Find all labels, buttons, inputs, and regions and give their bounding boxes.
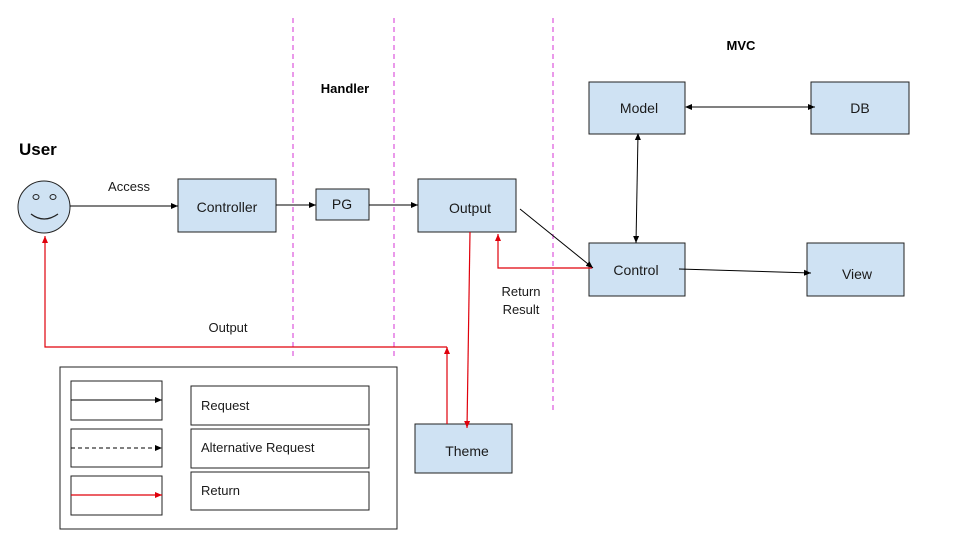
node-model[interactable]: Model [588,81,686,135]
svg-text:Model: Model [620,100,658,116]
node-output[interactable]: Output [417,178,517,233]
node-view[interactable]: View [806,242,905,297]
legend: Request Alternative Request Return [59,366,398,530]
edge-output-to-control [519,208,594,269]
svg-text:Control: Control [613,262,658,278]
edge-label-return-result-2: Result [503,302,540,317]
node-control[interactable]: Control [588,242,686,297]
legend-item-request: Request [70,380,370,426]
section-title-user: User [19,140,57,159]
svg-text:View: View [842,266,873,282]
svg-text:PG: PG [332,196,352,212]
node-db[interactable]: DB [810,81,910,135]
edge-label-output: Output [208,320,247,335]
edge-label-return-result-1: Return [501,284,540,299]
edge-label-access: Access [108,179,150,194]
svg-text:Request: Request [201,398,250,413]
node-pg[interactable]: PG [315,188,370,221]
user-smiley-icon[interactable] [17,180,71,234]
node-theme[interactable]: Theme [414,423,513,474]
architecture-diagram: User Handler MVC Controller PG Output Th… [17,18,910,530]
legend-item-return: Return [70,471,370,516]
edge-control-to-view [678,268,812,276]
edge-output-to-theme [464,231,471,429]
svg-text:Theme: Theme [445,443,489,459]
edge-model-control [633,133,641,244]
node-controller[interactable]: Controller [177,178,277,233]
section-title-handler: Handler [321,81,369,96]
svg-text:Alternative Request: Alternative Request [201,440,315,455]
svg-text:Controller: Controller [197,199,258,215]
legend-item-alternative-request: Alternative Request [70,428,370,469]
edge-control-return-to-output [495,234,592,269]
section-title-mvc: MVC [727,38,757,53]
svg-text:Return: Return [201,483,240,498]
svg-text:Output: Output [449,200,491,216]
svg-text:DB: DB [850,100,869,116]
